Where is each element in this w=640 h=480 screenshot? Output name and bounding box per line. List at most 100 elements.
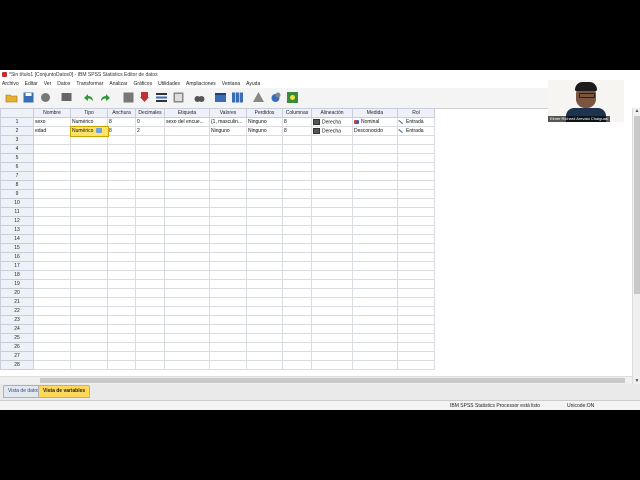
empty-cell[interactable] bbox=[135, 135, 165, 145]
empty-cell[interactable] bbox=[397, 351, 435, 361]
empty-cell[interactable] bbox=[70, 135, 108, 145]
empty-cell[interactable] bbox=[209, 342, 247, 352]
empty-cell[interactable] bbox=[33, 315, 71, 325]
empty-cell[interactable] bbox=[33, 360, 71, 370]
print-icon[interactable] bbox=[39, 91, 52, 104]
corner-cell[interactable] bbox=[0, 108, 34, 118]
empty-cell[interactable] bbox=[397, 342, 435, 352]
empty-cell[interactable] bbox=[311, 288, 353, 298]
insert-variable-icon[interactable] bbox=[214, 91, 227, 104]
empty-cell[interactable] bbox=[397, 171, 435, 181]
empty-cell[interactable] bbox=[246, 288, 283, 298]
empty-cell[interactable] bbox=[282, 342, 312, 352]
menu-editar[interactable]: Editar bbox=[23, 81, 42, 87]
empty-cell[interactable] bbox=[246, 225, 283, 235]
empty-cell[interactable] bbox=[352, 324, 398, 334]
empty-cell[interactable] bbox=[135, 351, 165, 361]
cell-rol[interactable]: Entrada bbox=[397, 126, 435, 136]
empty-cell[interactable] bbox=[164, 180, 210, 190]
row-number[interactable]: 22 bbox=[0, 306, 34, 316]
empty-cell[interactable] bbox=[209, 171, 247, 181]
empty-cell[interactable] bbox=[397, 306, 435, 316]
empty-cell[interactable] bbox=[164, 342, 210, 352]
empty-cell[interactable] bbox=[352, 297, 398, 307]
empty-cell[interactable] bbox=[70, 324, 108, 334]
cell-alineacion[interactable]: Derecha bbox=[311, 117, 353, 127]
empty-cell[interactable] bbox=[282, 216, 312, 226]
empty-cell[interactable] bbox=[246, 297, 283, 307]
empty-cell[interactable] bbox=[107, 360, 136, 370]
row-number[interactable]: 2 bbox=[0, 126, 34, 136]
empty-cell[interactable] bbox=[135, 261, 165, 271]
empty-cell[interactable] bbox=[135, 324, 165, 334]
empty-cell[interactable] bbox=[135, 333, 165, 343]
empty-cell[interactable] bbox=[164, 297, 210, 307]
variables-icon[interactable] bbox=[155, 91, 168, 104]
col-etiqueta[interactable]: Etiqueta bbox=[164, 108, 210, 118]
empty-cell[interactable] bbox=[209, 234, 247, 244]
empty-cell[interactable] bbox=[70, 315, 108, 325]
empty-cell[interactable] bbox=[352, 270, 398, 280]
row-number[interactable]: 27 bbox=[0, 351, 34, 361]
empty-cell[interactable] bbox=[107, 288, 136, 298]
cell-medida[interactable]: Nominal bbox=[352, 117, 398, 127]
empty-cell[interactable] bbox=[164, 315, 210, 325]
cell-medida[interactable]: Desconocido bbox=[352, 126, 398, 136]
empty-cell[interactable] bbox=[209, 135, 247, 145]
cell-rol[interactable]: Entrada bbox=[397, 117, 435, 127]
empty-cell[interactable] bbox=[352, 144, 398, 154]
empty-cell[interactable] bbox=[164, 360, 210, 370]
empty-cell[interactable] bbox=[311, 297, 353, 307]
empty-cell[interactable] bbox=[209, 333, 247, 343]
menu-graficos[interactable]: Gráficos bbox=[131, 81, 156, 87]
goto-case-icon[interactable] bbox=[122, 91, 135, 104]
empty-cell[interactable] bbox=[282, 198, 312, 208]
empty-cell[interactable] bbox=[33, 207, 71, 217]
empty-cell[interactable] bbox=[70, 333, 108, 343]
cell-alineacion[interactable]: Derecha bbox=[311, 126, 353, 136]
empty-cell[interactable] bbox=[397, 360, 435, 370]
empty-cell[interactable] bbox=[246, 306, 283, 316]
empty-cell[interactable] bbox=[311, 351, 353, 361]
empty-cell[interactable] bbox=[397, 333, 435, 343]
row-number[interactable]: 13 bbox=[0, 225, 34, 235]
empty-cell[interactable] bbox=[246, 261, 283, 271]
row-number[interactable]: 12 bbox=[0, 216, 34, 226]
empty-cell[interactable] bbox=[107, 297, 136, 307]
empty-cell[interactable] bbox=[209, 162, 247, 172]
row-number[interactable]: 19 bbox=[0, 279, 34, 289]
empty-cell[interactable] bbox=[70, 162, 108, 172]
empty-cell[interactable] bbox=[246, 216, 283, 226]
select-cases-icon[interactable] bbox=[269, 91, 282, 104]
empty-cell[interactable] bbox=[352, 162, 398, 172]
vertical-scroll-thumb[interactable] bbox=[634, 116, 640, 294]
empty-cell[interactable] bbox=[107, 270, 136, 280]
empty-cell[interactable] bbox=[107, 333, 136, 343]
cell-valores[interactable]: {1, masculin... bbox=[209, 117, 247, 127]
cell-anchura[interactable]: 8 bbox=[107, 117, 136, 127]
row-number[interactable]: 18 bbox=[0, 270, 34, 280]
empty-cell[interactable] bbox=[33, 324, 71, 334]
empty-cell[interactable] bbox=[246, 351, 283, 361]
empty-cell[interactable] bbox=[70, 270, 108, 280]
type-dialog-button[interactable] bbox=[96, 128, 103, 134]
empty-cell[interactable] bbox=[311, 216, 353, 226]
row-number[interactable]: 5 bbox=[0, 153, 34, 163]
empty-cell[interactable] bbox=[246, 207, 283, 217]
empty-cell[interactable] bbox=[209, 144, 247, 154]
empty-cell[interactable] bbox=[70, 252, 108, 262]
empty-cell[interactable] bbox=[164, 144, 210, 154]
empty-cell[interactable] bbox=[282, 333, 312, 343]
empty-cell[interactable] bbox=[33, 153, 71, 163]
empty-cell[interactable] bbox=[135, 180, 165, 190]
empty-cell[interactable] bbox=[33, 333, 71, 343]
empty-cell[interactable] bbox=[352, 306, 398, 316]
empty-cell[interactable] bbox=[246, 333, 283, 343]
empty-cell[interactable] bbox=[246, 162, 283, 172]
empty-cell[interactable] bbox=[33, 225, 71, 235]
empty-cell[interactable] bbox=[352, 225, 398, 235]
empty-cell[interactable] bbox=[352, 252, 398, 262]
row-number[interactable]: 9 bbox=[0, 189, 34, 199]
empty-cell[interactable] bbox=[397, 297, 435, 307]
row-number[interactable]: 28 bbox=[0, 360, 34, 370]
